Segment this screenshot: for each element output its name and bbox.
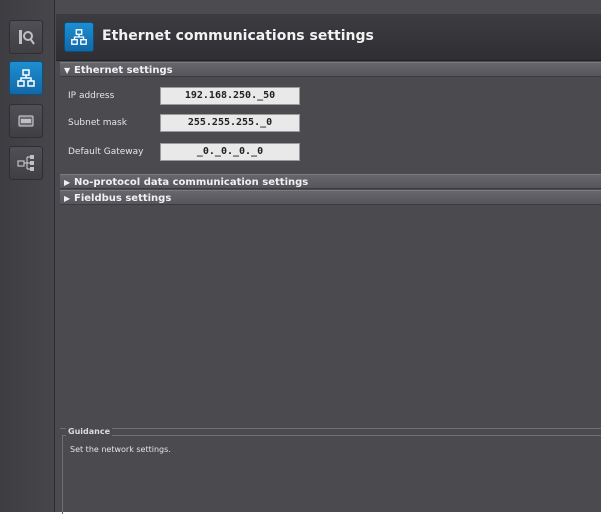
sidebar — [0, 0, 55, 512]
guidance-title: Guidance — [66, 427, 112, 436]
page-title: Ethernet communications settings — [102, 28, 374, 44]
app-window: Ethernet communications settings ▼ Ethern… — [0, 0, 601, 514]
fieldbus-tree-icon — [16, 153, 36, 173]
fieldbus-settings-header[interactable]: ▶ Fieldbus settings — [60, 190, 601, 205]
subnet-mask-label: Subnet mask — [68, 118, 127, 128]
ethernet-settings-header[interactable]: ▼ Ethernet settings — [60, 62, 601, 77]
chevron-down-icon: ▼ — [64, 66, 71, 75]
section-label: Fieldbus settings — [74, 193, 172, 204]
io-terminal-icon — [16, 111, 36, 131]
subnet-mask-field[interactable]: 255.255.255._0 — [160, 114, 300, 132]
default-gateway-row: Default Gateway _0._0._0._0 — [68, 143, 368, 163]
sidebar-item-monitor[interactable] — [9, 20, 43, 54]
guidance-text: Set the network settings. — [70, 445, 171, 454]
title-bar: Ethernet communications settings — [56, 14, 601, 61]
chevron-right-icon: ▶ — [64, 178, 71, 187]
network-icon — [64, 22, 94, 52]
section-label: No-protocol data communication settings — [74, 177, 309, 188]
default-gateway-label: Default Gateway — [68, 147, 144, 157]
chevron-right-icon: ▶ — [64, 194, 71, 203]
main-panel: Ethernet communications settings ▼ Ethern… — [56, 14, 601, 514]
monitor-zoom-icon — [16, 27, 36, 47]
ip-address-row: IP address 192.168.250._50 — [68, 87, 368, 107]
default-gateway-field[interactable]: _0._0._0._0 — [160, 143, 300, 161]
ip-address-field[interactable]: 192.168.250._50 — [160, 87, 300, 105]
subnet-mask-row: Subnet mask 255.255.255._0 — [68, 114, 368, 134]
sidebar-item-network[interactable] — [9, 61, 43, 95]
guidance-panel: Guidance Set the network settings. — [60, 427, 601, 514]
no-protocol-settings-header[interactable]: ▶ No-protocol data communication settings — [60, 174, 601, 189]
sidebar-item-fieldbus[interactable] — [9, 146, 43, 180]
section-label: Ethernet settings — [74, 65, 173, 76]
ip-address-label: IP address — [68, 91, 115, 101]
sidebar-item-io[interactable] — [9, 104, 43, 138]
network-icon — [16, 68, 36, 88]
